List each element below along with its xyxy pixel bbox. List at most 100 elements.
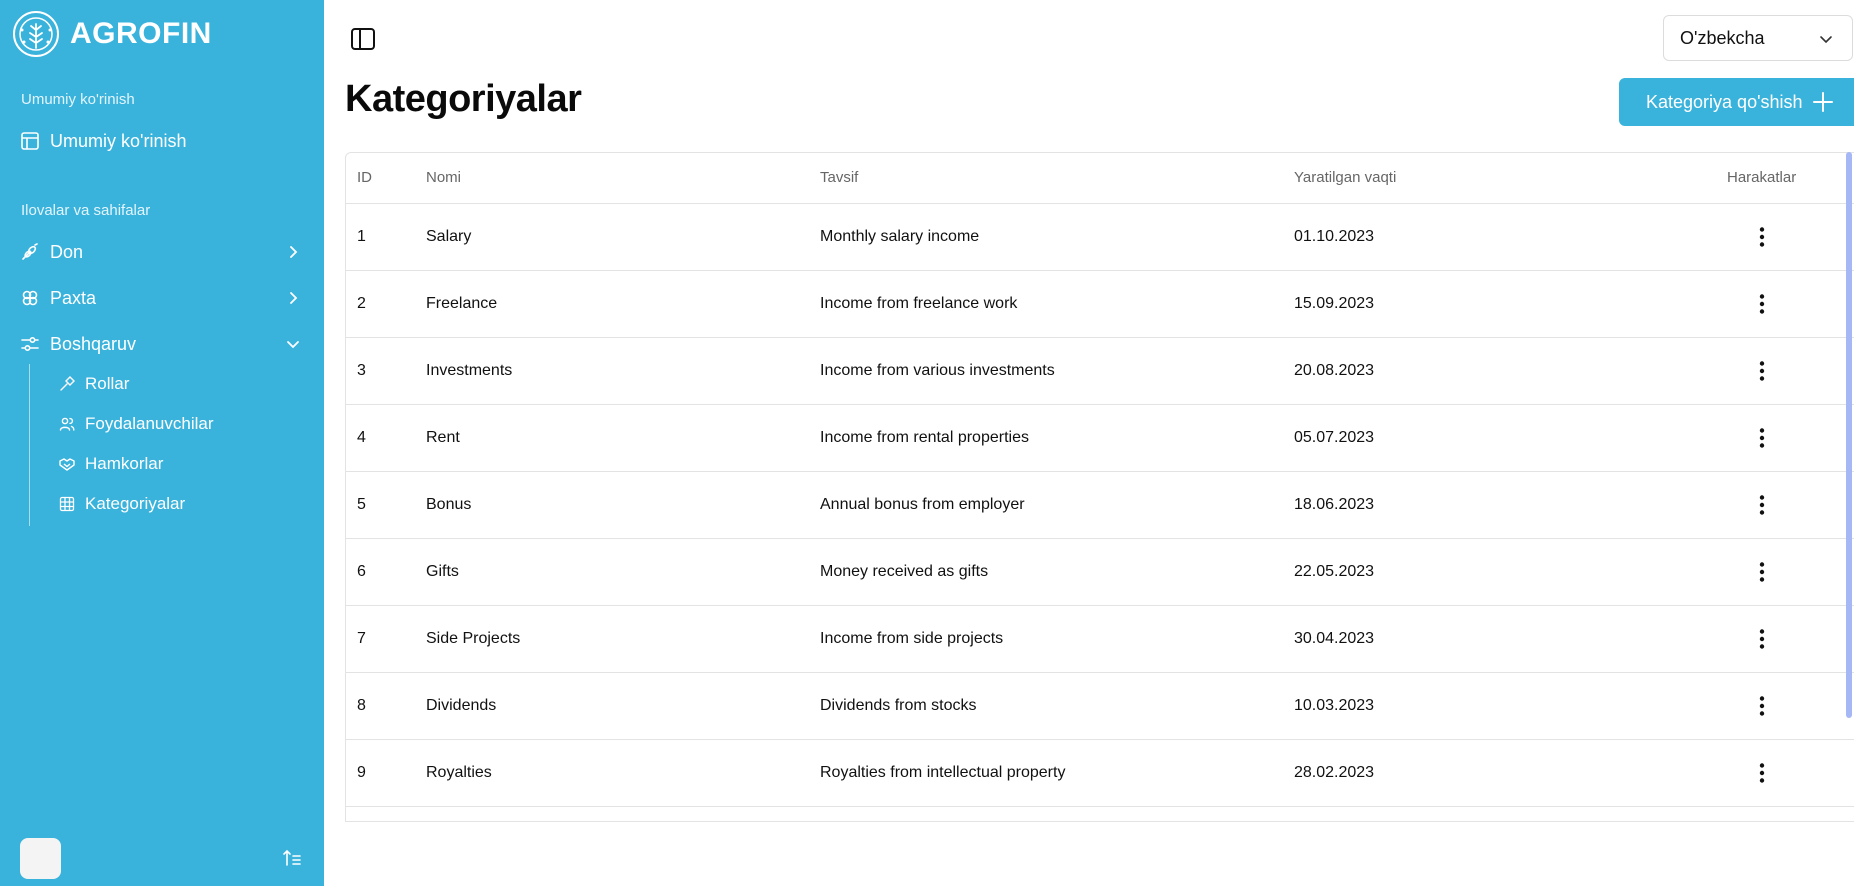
chevron-right-icon [290,292,298,304]
cell-created: 22.05.2023 [1294,563,1375,580]
cell-created: 20.08.2023 [1294,362,1375,379]
agrofin-logo-icon [13,11,59,57]
cell-id: 5 [357,496,366,513]
more-actions-icon[interactable] [1750,694,1774,718]
layout-icon [20,131,40,151]
language-select[interactable]: O'zbekcha [1663,15,1853,61]
sort-ascending-icon[interactable] [282,848,302,868]
more-actions-icon[interactable] [1750,225,1774,249]
table-row[interactable]: 1 Salary Monthly salary income 01.10.2023 [346,204,1854,271]
cell-created: 30.04.2023 [1294,630,1375,647]
cell-description: Monthly salary income [820,228,980,245]
more-actions-icon[interactable] [1750,761,1774,785]
page-title: Kategoriyalar [345,78,582,120]
sidebar-subitem-label: Kategoriyalar [85,494,186,513]
cell-name: Rent [426,429,460,446]
cell-name: Investments [426,362,513,379]
avatar[interactable] [20,838,61,879]
more-actions-icon[interactable] [1750,426,1774,450]
column-header-created[interactable]: Yaratilgan vaqti [1294,169,1396,186]
sidebar-subitem-label: Foydalanuvchilar [85,414,214,433]
cell-description: Money received as gifts [820,563,989,580]
more-actions-icon[interactable] [1750,292,1774,316]
brand-name: AGROFIN [70,17,212,50]
table-row[interactable]: 5 Bonus Annual bonus from employer 18.06.20… [346,472,1854,539]
cell-description: Income from side projects [820,630,1004,647]
cell-id: 7 [357,630,366,647]
table-header: ID Nomi Tavsif Yaratilgan vaqti Harakatl… [346,153,1854,204]
section-label-overview: Umumiy ko'rinish [21,91,135,108]
cell-created: 05.07.2023 [1294,429,1375,446]
settings-sliders-icon [20,334,40,354]
sidebar-item-overview[interactable]: Umumiy ko'rinish [20,125,306,157]
cell-description: Dividends from stocks [820,697,977,714]
sidebar-item-label: Boshqaruv [50,333,137,354]
table-row[interactable]: 9 Royalties Royalties from intellectual pr… [346,740,1854,807]
cell-id: 4 [357,429,366,446]
sidebar-subitem-foydalanuvchilar[interactable]: Foydalanuvchilar [59,410,214,438]
language-select-value: O'zbekcha [1680,27,1765,48]
cell-name: Bonus [426,496,472,513]
chevron-right-icon [290,246,298,258]
chevron-down-icon [1820,36,1832,44]
more-actions-icon[interactable] [1750,493,1774,517]
sidebar-subitem-label: Rollar [85,374,130,393]
cell-id: 3 [357,362,366,379]
cell-id: 2 [357,295,366,312]
cell-id: 1 [357,228,366,245]
sidebar-item-boshqaruv[interactable]: Boshqaruv [20,328,306,360]
sidebar-item-paxta[interactable]: Paxta [20,282,306,314]
cell-description: Income from various investments [820,362,1055,379]
cell-description: Annual bonus from employer [820,496,1025,513]
sidebar-item-label: Paxta [50,287,97,308]
sidebar-item-don[interactable]: Don [20,236,306,268]
users-icon [59,416,75,432]
cell-created: 10.03.2023 [1294,697,1375,714]
table-row[interactable]: 8 Dividends Dividends from stocks 10.03.202… [346,673,1854,740]
wheat-icon [20,242,40,262]
table-row[interactable]: 4 Rent Income from rental properties 05.07.… [346,405,1854,472]
sidebar-item-label: Don [50,241,84,262]
table-row[interactable]: 2 Freelance Income from freelance work 15.0… [346,271,1854,338]
column-header-id[interactable]: ID [357,169,372,186]
cell-created: 01.10.2023 [1294,228,1375,245]
column-header-name[interactable]: Nomi [426,169,461,186]
brand[interactable]: AGROFIN [12,10,212,58]
sidebar-subitem-label: Hamkorlar [85,454,164,473]
table-row[interactable]: 7 Side Projects Income from side projects 3… [346,606,1854,673]
cell-id: 8 [357,697,366,714]
table-row[interactable]: 3 Investments Income from various investme… [346,338,1854,405]
table-row[interactable]: 6 Gifts Money received as gifts 22.05.2023 [346,539,1854,606]
chevron-down-icon [287,341,299,349]
cotton-icon [20,288,40,308]
hammer-icon [59,376,75,392]
cell-description: Income from freelance work [820,295,1018,312]
grid-icon [59,496,75,512]
cell-description: Income from rental properties [820,429,1029,446]
table-scrollbar[interactable] [1846,152,1852,718]
cell-id: 9 [357,764,366,781]
cell-name: Side Projects [426,630,521,647]
cell-id: 6 [357,563,366,580]
more-actions-icon[interactable] [1750,627,1774,651]
more-actions-icon[interactable] [1750,359,1774,383]
sidebar-subitem-hamkorlar[interactable]: Hamkorlar [59,450,163,478]
cell-name: Salary [426,228,472,245]
sidebar-item-label: Umumiy ko'rinish [50,130,187,151]
cell-name: Dividends [426,697,497,714]
sidebar: AGROFIN Umumiy ko'rinish Umumiy ko'rinis… [0,0,324,886]
more-actions-icon[interactable] [1750,560,1774,584]
sidebar-subitem-rollar[interactable]: Rollar [59,370,129,398]
cell-created: 28.02.2023 [1294,764,1375,781]
cell-name: Freelance [426,295,498,312]
plus-icon [1813,92,1833,112]
cell-created: 15.09.2023 [1294,295,1375,312]
column-header-description[interactable]: Tavsif [820,169,858,186]
cell-name: Gifts [426,563,459,580]
sidebar-subitem-kategoriyalar[interactable]: Kategoriyalar [59,490,185,518]
cell-name: Royalties [426,764,492,781]
sidebar-toggle-icon[interactable] [350,26,376,52]
add-category-button[interactable]: Kategoriya qo'shish [1619,78,1854,126]
cell-description: Royalties from intellectual property [820,764,1066,781]
categories-table: ID Nomi Tavsif Yaratilgan vaqti Harakatl… [345,152,1854,822]
